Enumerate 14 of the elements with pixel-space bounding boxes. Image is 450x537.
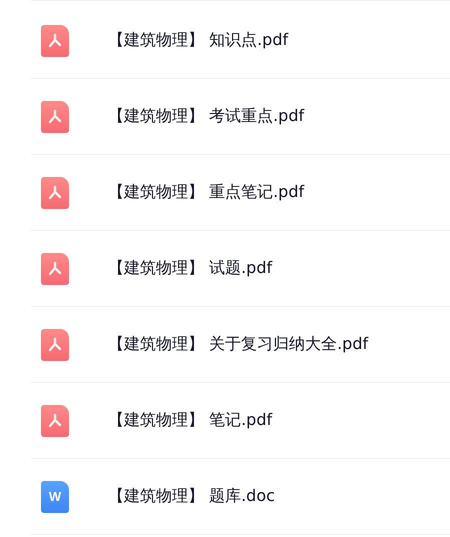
pdf-file-icon — [41, 176, 69, 208]
pdf-file-icon — [41, 328, 69, 360]
file-name[interactable]: 【建筑物理】 试题.pdf — [108, 258, 272, 279]
file-name[interactable]: 【建筑物理】 关于复习归纳大全.pdf — [108, 334, 368, 355]
file-name[interactable]: 【建筑物理】 重点笔记.pdf — [108, 182, 304, 203]
file-name[interactable]: 【建筑物理】 考试重点.pdf — [108, 106, 304, 127]
pdf-file-icon — [41, 252, 69, 284]
pdf-file-icon — [41, 24, 69, 56]
file-name[interactable]: 【建筑物理】 笔记.pdf — [108, 410, 272, 431]
pdf-file-icon — [41, 100, 69, 132]
pdf-file-icon — [41, 404, 69, 436]
file-name[interactable]: 【建筑物理】 知识点.pdf — [108, 30, 288, 51]
file-name[interactable]: 【建筑物理】 题库.doc — [108, 486, 275, 507]
word-file-icon: W — [41, 480, 69, 512]
